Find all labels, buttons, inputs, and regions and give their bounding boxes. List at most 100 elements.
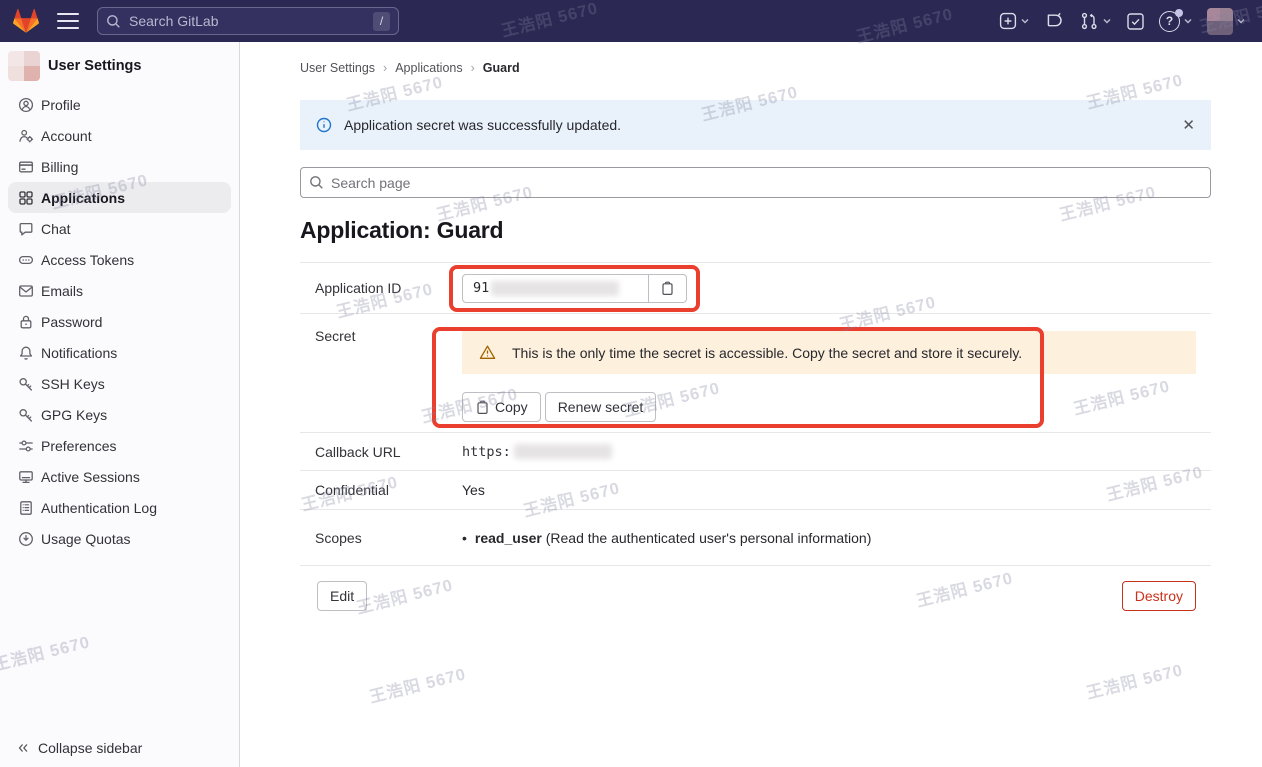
secret-warning-alert: This is the only time the secret is acce…: [462, 331, 1196, 374]
usage-quotas-icon: [18, 531, 34, 547]
callback-url-row: Callback URL https:: [300, 433, 1211, 471]
notifications-icon: [18, 345, 34, 361]
sidebar-item-account[interactable]: Account: [8, 120, 231, 151]
main-content: User Settings › Applications › Guard App…: [241, 42, 1262, 767]
sidebar-item-password[interactable]: Password: [8, 306, 231, 337]
scope-description: (Read the authenticated user's personal …: [546, 530, 872, 546]
sidebar-item-gpg-keys[interactable]: GPG Keys: [8, 399, 231, 430]
sidebar-item-active-sessions[interactable]: Active Sessions: [8, 461, 231, 492]
key-icon: [18, 376, 34, 392]
secret-warning-text: This is the only time the secret is acce…: [512, 345, 1022, 361]
scope-list-item: read_user (Read the authenticated user's…: [462, 530, 871, 546]
warning-icon: [479, 344, 496, 361]
secret-row: Secret This is the only time the secret …: [300, 314, 1211, 433]
edit-button[interactable]: Edit: [317, 581, 367, 611]
clipboard-icon: [660, 281, 675, 296]
sidebar-header: User Settings: [8, 50, 231, 82]
user-settings-avatar: [8, 51, 40, 81]
plus-square-icon: [999, 12, 1017, 30]
sidebar-item-chat[interactable]: Chat: [8, 213, 231, 244]
sidebar: User Settings Profile Account Billing Appli…: [0, 42, 240, 767]
sidebar-item-label: Emails: [41, 283, 83, 299]
sidebar-item-label: Preferences: [41, 438, 116, 454]
breadcrumb-user-settings[interactable]: User Settings: [300, 61, 375, 75]
copy-secret-button[interactable]: Copy: [462, 392, 541, 422]
alert-message: Application secret was successfully upda…: [344, 117, 621, 133]
sidebar-item-label: Access Tokens: [41, 252, 134, 268]
applications-icon: [18, 190, 34, 206]
secret-label: Secret: [315, 314, 462, 432]
collapse-sidebar-button[interactable]: Collapse sidebar: [16, 740, 142, 756]
breadcrumb: User Settings › Applications › Guard: [300, 60, 1211, 76]
chevron-down-icon: [1102, 16, 1112, 26]
application-details: Application ID 91 Secret: [300, 262, 1211, 566]
annotation-box-application-id: 91: [449, 265, 700, 312]
sidebar-item-applications[interactable]: Applications: [8, 182, 231, 213]
access-tokens-icon: [18, 252, 34, 268]
sidebar-item-label: Chat: [41, 221, 71, 237]
scopes-row: Scopes read_user (Read the authenticated…: [300, 510, 1211, 566]
callback-url-value: https:: [462, 444, 511, 460]
confidential-value: Yes: [462, 482, 1211, 498]
sidebar-item-label: Profile: [41, 97, 81, 113]
sidebar-item-label: Authentication Log: [41, 500, 157, 516]
application-id-label: Application ID: [315, 280, 462, 296]
information-icon: [316, 117, 332, 133]
top-navbar: Search GitLab / ?: [0, 0, 1262, 42]
renew-secret-button[interactable]: Renew secret: [545, 392, 657, 422]
destroy-button[interactable]: Destroy: [1122, 581, 1196, 611]
close-icon[interactable]: ✕: [1182, 118, 1195, 133]
chevron-down-icon: [1236, 16, 1246, 26]
chevron-down-icon: [1183, 16, 1193, 26]
avatar: [1207, 8, 1233, 35]
sidebar-item-preferences[interactable]: Preferences: [8, 430, 231, 461]
copy-application-id-button[interactable]: [649, 274, 687, 303]
sidebar-item-label: Usage Quotas: [41, 531, 131, 547]
sidebar-item-label: GPG Keys: [41, 407, 107, 423]
password-icon: [18, 314, 34, 330]
merge-requests-button[interactable]: [1079, 11, 1112, 31]
sidebar-title: User Settings: [48, 58, 141, 74]
application-id-row: Application ID 91: [300, 263, 1211, 314]
confidential-row: Confidential Yes: [300, 471, 1211, 510]
redacted-application-id: [491, 281, 619, 296]
search-icon: [309, 175, 324, 190]
sidebar-item-authentication-log[interactable]: Authentication Log: [8, 492, 231, 523]
gitlab-logo-icon[interactable]: [13, 8, 39, 34]
chat-icon: [18, 221, 34, 237]
new-dropdown-button[interactable]: [999, 12, 1030, 30]
search-icon: [106, 14, 121, 29]
callback-url-label: Callback URL: [315, 444, 462, 460]
profile-icon: [18, 97, 34, 113]
authentication-log-icon: [18, 500, 34, 516]
global-search-input[interactable]: Search GitLab /: [97, 7, 399, 35]
sidebar-nav: Profile Account Billing Applications Chat Acc…: [0, 89, 239, 554]
global-search-placeholder: Search GitLab: [129, 13, 219, 29]
todo-list-button[interactable]: [1126, 12, 1145, 31]
hamburger-menu-icon[interactable]: [57, 13, 79, 29]
duo-chat-button[interactable]: [1044, 11, 1065, 32]
sidebar-item-usage-quotas[interactable]: Usage Quotas: [8, 523, 231, 554]
sidebar-item-label: Billing: [41, 159, 78, 175]
double-chevron-left-icon: [16, 741, 30, 755]
help-button[interactable]: ?: [1159, 11, 1193, 32]
sidebar-item-notifications[interactable]: Notifications: [8, 337, 231, 368]
sidebar-item-label: Active Sessions: [41, 469, 140, 485]
page-search-input[interactable]: [300, 167, 1211, 198]
sidebar-item-emails[interactable]: Emails: [8, 275, 231, 306]
billing-icon: [18, 159, 34, 175]
sidebar-item-ssh-keys[interactable]: SSH Keys: [8, 368, 231, 399]
user-menu-button[interactable]: [1207, 8, 1246, 35]
sidebar-item-billing[interactable]: Billing: [8, 151, 231, 182]
page-search: [300, 167, 1211, 198]
account-icon: [18, 128, 34, 144]
clipboard-icon: [475, 400, 490, 415]
scopes-label: Scopes: [315, 530, 462, 546]
sidebar-item-profile[interactable]: Profile: [8, 89, 231, 120]
sidebar-item-label: Notifications: [41, 345, 117, 361]
breadcrumb-applications[interactable]: Applications: [395, 61, 462, 75]
page-title: Application: Guard: [300, 216, 1211, 244]
duo-chat-icon: [1044, 11, 1065, 32]
sidebar-item-access-tokens[interactable]: Access Tokens: [8, 244, 231, 275]
application-id-input[interactable]: 91: [462, 274, 649, 303]
